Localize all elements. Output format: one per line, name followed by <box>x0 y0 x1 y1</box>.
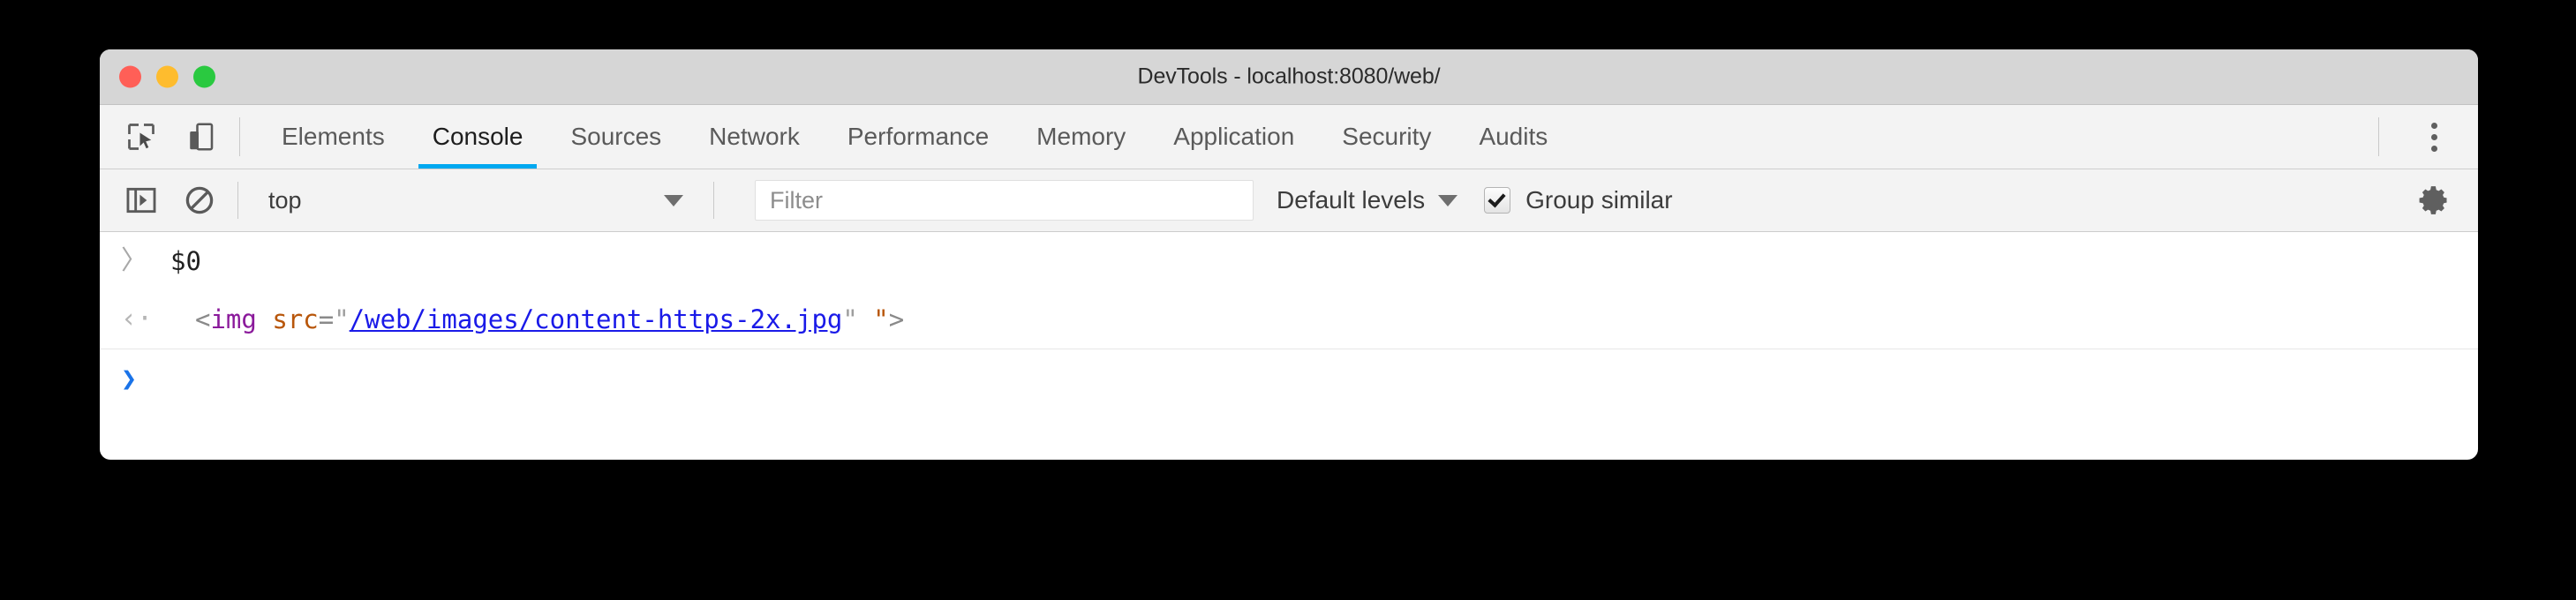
console-result-arrow-icon: ‹· <box>121 304 154 334</box>
tabbar-tool-icons <box>100 105 222 169</box>
console-toolbar-divider-1 <box>237 182 238 219</box>
chevron-down-icon-levels <box>1438 194 1458 206</box>
console-input-prompt-icon: 〉 <box>121 245 147 276</box>
console-sidebar-toggle-icon[interactable] <box>121 180 162 221</box>
result-token-2 <box>257 304 272 334</box>
console-input-row[interactable]: 〉 $0 <box>100 232 2478 290</box>
more-options-icon[interactable] <box>2413 116 2455 158</box>
tab-elements[interactable]: Elements <box>258 105 409 169</box>
clear-console-icon[interactable] <box>179 180 220 221</box>
gear-icon-glyph <box>2419 186 2447 214</box>
tab-label: Security <box>1342 123 1432 150</box>
tab-label: Performance <box>847 123 990 150</box>
tab-performance[interactable]: Performance <box>824 105 1013 169</box>
clear-console-glyph <box>185 186 214 214</box>
console-context-value: top <box>268 186 302 214</box>
console-log-levels-select[interactable]: Default levels <box>1277 186 1458 214</box>
window-title: DevTools - localhost:8080/web/ <box>1137 64 1441 89</box>
devtools-tabbar: Elements Console Sources Network Performance… <box>100 105 2478 169</box>
console-context-select[interactable]: top <box>256 181 696 220</box>
console-toolbar: top Default levels Group similar <box>100 169 2478 232</box>
tabbar-right-divider <box>2378 117 2379 156</box>
console-message-list: 〉 $0 ‹· <img src="/web/images/content-ht… <box>100 232 2478 409</box>
group-similar-checkbox[interactable] <box>1484 187 1511 214</box>
console-settings-icon[interactable] <box>2414 180 2455 221</box>
tab-label: Sources <box>570 123 662 150</box>
result-token-3: src <box>272 304 319 334</box>
tab-application[interactable]: Application <box>1149 105 1318 169</box>
kebab-dot-1 <box>2430 122 2437 129</box>
tab-label: Network <box>709 123 800 150</box>
console-toolbar-divider-2 <box>713 182 714 219</box>
tab-console[interactable]: Console <box>409 105 547 169</box>
tab-label: Console <box>432 123 523 150</box>
kebab-dot-3 <box>2430 145 2437 152</box>
console-result-row[interactable]: ‹· <img src="/web/images/content-https-2… <box>100 290 2478 349</box>
console-input-expression: $0 <box>170 246 201 276</box>
console-prompt-chevron-icon: ❯ <box>121 364 138 394</box>
tab-label: Audits <box>1479 123 1548 150</box>
tab-audits[interactable]: Audits <box>1455 105 1571 169</box>
console-active-prompt-row[interactable]: ❯ <box>100 349 2478 409</box>
device-toolbar-glyph <box>190 123 214 151</box>
chevron-down-icon <box>664 194 683 206</box>
result-token-1: img <box>210 304 257 334</box>
tab-label: Application <box>1173 123 1295 150</box>
result-token-6[interactable]: /web/images/content-https-2x.jpg <box>350 304 843 334</box>
tab-label: Elements <box>282 123 385 150</box>
kebab-dot-2 <box>2430 133 2437 140</box>
result-token-7: " <box>842 304 858 334</box>
tab-memory[interactable]: Memory <box>1013 105 1149 169</box>
tab-sources[interactable]: Sources <box>546 105 685 169</box>
tab-network[interactable]: Network <box>685 105 824 169</box>
devtools-tabs: Elements Console Sources Network Performance… <box>258 105 2361 169</box>
result-token-5: " <box>334 304 350 334</box>
result-token-9: " <box>873 304 889 334</box>
console-result-value: <img src="/web/images/content-https-2x.j… <box>170 304 904 334</box>
console-log-levels-label: Default levels <box>1277 186 1426 214</box>
tabbar-right-controls <box>2361 105 2478 169</box>
result-token-4: = <box>318 304 335 334</box>
console-filter-input[interactable] <box>755 180 1254 221</box>
tab-label: Memory <box>1036 123 1126 150</box>
result-token-10: > <box>888 304 905 334</box>
tabbar-divider <box>239 117 240 156</box>
sidebar-toggle-glyph <box>126 187 156 214</box>
inspect-element-glyph <box>128 124 154 150</box>
tab-security[interactable]: Security <box>1318 105 1455 169</box>
devtools-window: DevTools - localhost:8080/web/ Elements C… <box>100 49 2478 460</box>
result-token-8 <box>858 304 873 334</box>
window-titlebar: DevTools - localhost:8080/web/ <box>100 49 2478 105</box>
device-toolbar-icon[interactable] <box>181 116 222 157</box>
result-token-0: < <box>195 304 211 334</box>
inspect-element-icon[interactable] <box>121 116 162 157</box>
group-similar-toggle[interactable]: Group similar <box>1484 186 1673 214</box>
group-similar-label: Group similar <box>1525 186 1673 214</box>
